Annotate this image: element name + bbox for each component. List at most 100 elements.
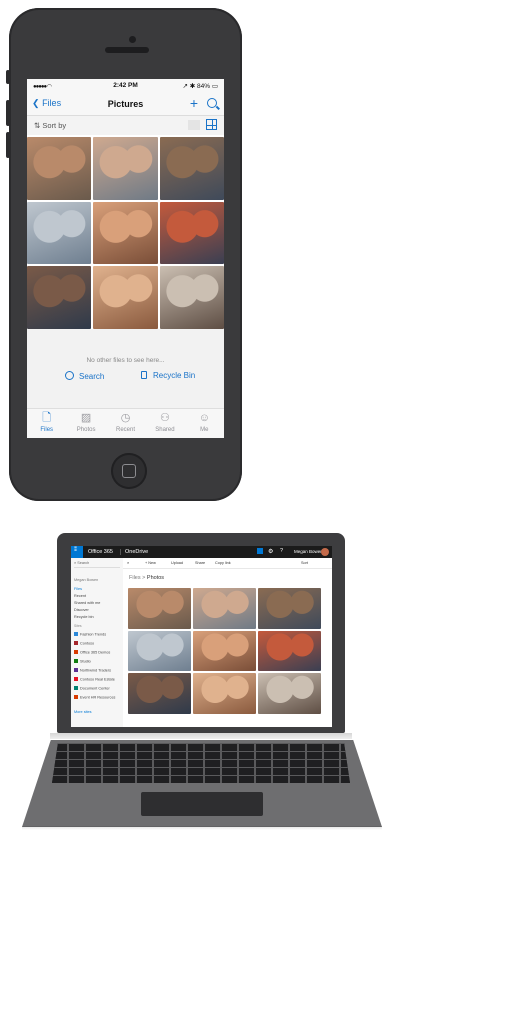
upload-button[interactable]: Upload	[171, 561, 183, 565]
sidebar-site-item[interactable]: Contoso	[74, 641, 95, 646]
search-link[interactable]: Search	[65, 371, 104, 381]
breadcrumb: Files > Photos	[129, 575, 164, 581]
keyboard-shadow	[22, 826, 382, 830]
sidebar-site-item[interactable]: Event HR Resources	[74, 695, 115, 700]
photo-thumbnail[interactable]	[27, 137, 92, 200]
tab-shared[interactable]: ⚇ Shared	[145, 409, 184, 438]
tab-label: Shared	[155, 427, 175, 433]
sidebar-site-item[interactable]: Contoso Real Estate	[74, 677, 115, 682]
trackpad	[141, 792, 263, 816]
photo-grid	[128, 588, 321, 714]
sidebar-site-item[interactable]: Office 365 Demos	[74, 650, 110, 655]
tab-label: Files	[40, 427, 54, 433]
app-name[interactable]: OneDrive	[120, 549, 148, 555]
sidebar-item-recent[interactable]: Recent	[74, 594, 86, 598]
person-icon: ☺	[198, 412, 210, 424]
breadcrumb-root[interactable]: Files	[129, 575, 141, 581]
suite-name[interactable]: Office 365	[88, 549, 113, 555]
sidebar-site-item[interactable]: Northwind Traders	[74, 668, 112, 673]
sidebar-item-shared[interactable]: Shared with me	[74, 601, 100, 605]
user-name[interactable]: Megan Bowen	[294, 549, 323, 554]
photo-thumbnail[interactable]	[93, 266, 158, 329]
grid-view-icon[interactable]	[206, 119, 217, 130]
sort-icon: ⇅	[34, 121, 41, 130]
site-logo-icon	[74, 695, 78, 699]
photo-thumbnail[interactable]	[193, 673, 256, 714]
photo-thumbnail[interactable]	[128, 673, 191, 714]
photo-thumbnail[interactable]	[128, 630, 191, 672]
breadcrumb-current: Photos	[146, 575, 165, 581]
recycle-bin-link[interactable]: Recycle Bin	[141, 371, 195, 380]
sidebar-site-item[interactable]: Fashion Trends	[74, 632, 107, 637]
photo-thumbnail[interactable]	[128, 588, 191, 629]
sort-button[interactable]: Sort	[301, 561, 308, 565]
volume-down-button	[6, 132, 10, 158]
sidebar-item-files[interactable]: Files	[74, 587, 82, 591]
share-button[interactable]: Share	[195, 561, 205, 565]
photo-thumbnail[interactable]	[27, 266, 92, 329]
sidebar-site-label: Contoso	[80, 641, 95, 646]
photo-thumbnail[interactable]	[159, 201, 224, 265]
copy-link-button[interactable]: Copy link	[215, 561, 231, 565]
sidebar-site-label: Northwind Traders	[80, 668, 112, 673]
photo-thumbnail[interactable]	[93, 201, 158, 265]
recycle-bin-label: Recycle Bin	[153, 371, 196, 380]
site-logo-icon	[74, 659, 78, 663]
tab-photos[interactable]: ▨ Photos	[66, 409, 105, 438]
sidebar: ⌕ Search Megan Bowen Files Recent Shared…	[71, 558, 123, 727]
sidebar-item-recycle-bin[interactable]: Recycle bin	[74, 615, 94, 619]
sidebar-site-item[interactable]: Studio	[74, 659, 91, 664]
bluetooth-icon: ↗ ✱	[182, 83, 198, 90]
search-icon[interactable]: ⌕	[127, 561, 129, 565]
command-bar: ⌕ + New Upload Share Copy link Sort	[123, 558, 332, 569]
battery-icon: ▭	[211, 83, 218, 90]
new-button[interactable]: + New	[145, 561, 156, 565]
photo-thumbnail[interactable]	[193, 588, 256, 629]
sidebar-site-label: Fashion Trends	[80, 632, 107, 637]
site-logo-icon	[74, 650, 78, 654]
site-logo-icon	[74, 668, 78, 672]
sidebar-item-discover[interactable]: Discover	[74, 608, 89, 612]
tab-me[interactable]: ☺ Me	[185, 409, 224, 438]
search-icon[interactable]	[207, 98, 217, 108]
photo-thumbnail[interactable]	[258, 630, 321, 672]
search-input[interactable]: ⌕ Search	[74, 561, 120, 568]
tab-label: Me	[200, 427, 209, 433]
gear-icon[interactable]: ⚙	[268, 548, 273, 555]
battery-percent: 84%	[197, 83, 211, 90]
add-icon[interactable]: +	[190, 95, 198, 111]
notifications-icon[interactable]	[257, 548, 263, 554]
tab-bar: 🗋 Files ▨ Photos ◷ Recent ⚇ Shared ☺ Me	[27, 408, 224, 438]
sort-label: Sort by	[42, 121, 67, 130]
photo-thumbnail[interactable]	[258, 588, 321, 629]
search-link-label: Search	[79, 372, 105, 381]
help-icon[interactable]: ?	[280, 548, 283, 554]
site-logo-icon	[74, 677, 78, 681]
site-logo-icon	[74, 686, 78, 690]
app-launcher-icon[interactable]	[71, 546, 83, 558]
tab-label: Recent	[116, 427, 136, 433]
tab-recent[interactable]: ◷ Recent	[106, 409, 145, 438]
sidebar-user: Megan Bowen	[74, 578, 99, 582]
tab-files[interactable]: 🗋 Files	[27, 409, 66, 438]
photo-thumbnail[interactable]	[193, 630, 256, 672]
list-view-icon[interactable]	[188, 120, 200, 130]
search-label: Search	[77, 561, 90, 565]
empty-message: No other files to see here...	[86, 357, 165, 364]
avatar[interactable]	[321, 548, 329, 556]
home-button[interactable]	[111, 453, 147, 489]
status-bar: ●●●●● ◠ 2:42 PM ↗ ✱ 84% ▭	[27, 79, 224, 93]
photo-thumbnail[interactable]	[159, 266, 224, 329]
photo-thumbnail[interactable]	[93, 137, 158, 200]
photo-thumbnail[interactable]	[258, 673, 321, 714]
photos-icon: ▨	[80, 412, 92, 424]
clock-icon: ◷	[120, 412, 131, 424]
mute-switch	[6, 70, 10, 84]
sort-button[interactable]: ⇅ Sort by	[34, 121, 66, 130]
sidebar-site-item[interactable]: Document Center	[74, 686, 110, 691]
photo-thumbnail[interactable]	[27, 201, 92, 265]
site-logo-icon	[74, 641, 78, 645]
tab-label: Photos	[76, 427, 96, 433]
photo-thumbnail[interactable]	[159, 137, 224, 200]
more-sites-link[interactable]: More sites	[74, 710, 92, 714]
